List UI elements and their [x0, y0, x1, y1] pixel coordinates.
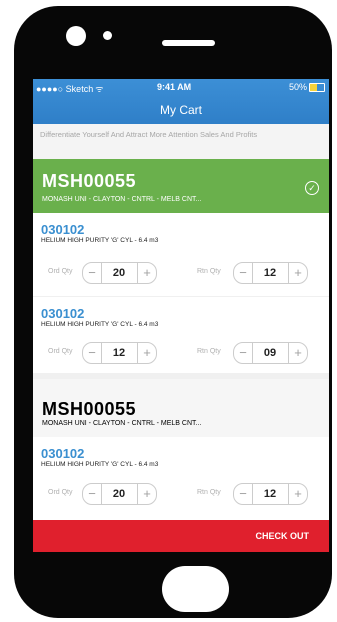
rtn-qty-stepper: − 12 + — [233, 483, 308, 505]
cart-item: 030102 HELIUM HIGH PURITY 'G' CYL - 6.4 … — [33, 213, 329, 296]
store-location: MONASH UNI - CLAYTON - CNTRL - MELB CNT.… — [42, 420, 202, 427]
front-camera — [66, 26, 86, 46]
wifi-icon: ᯤ — [95, 84, 104, 94]
ord-qty-stepper: − 20 + — [82, 483, 157, 505]
increment-button[interactable]: + — [137, 343, 156, 363]
rtn-qty-value[interactable]: 12 — [252, 484, 288, 504]
store-header-selected[interactable]: MSH00055 MONASH UNI - CLAYTON - CNTRL - … — [33, 159, 329, 213]
item-code: 030102 — [41, 222, 85, 237]
check-circle-icon: ✓ — [305, 181, 319, 195]
proximity-sensor — [103, 31, 112, 40]
status-time: 9:41 AM — [157, 82, 192, 92]
increment-button[interactable]: + — [137, 484, 156, 504]
increment-button[interactable]: + — [288, 484, 307, 504]
promo-banner: Differentiate Yourself And Attract More … — [33, 124, 329, 159]
store-code: MSH00055 — [42, 399, 137, 419]
decrement-button[interactable]: − — [234, 484, 253, 504]
ord-qty-label: Ord Qty — [48, 348, 73, 355]
rtn-qty-label: Rtn Qty — [197, 489, 221, 496]
ord-qty-label: Ord Qty — [48, 489, 73, 496]
ord-qty-value[interactable]: 20 — [101, 484, 137, 504]
earpiece-speaker — [162, 40, 215, 46]
decrement-button[interactable]: − — [83, 263, 102, 283]
cart-item: 030102 HELIUM HIGH PURITY 'G' CYL - 6.4 … — [33, 437, 329, 520]
battery-icon — [309, 82, 325, 92]
item-code: 030102 — [41, 446, 85, 461]
store-code: MSH00055 — [42, 171, 137, 191]
status-bar: ●●●●○ Sketch ᯤ 9:41 AM 50% — [33, 79, 329, 95]
rtn-qty-value[interactable]: 09 — [252, 343, 288, 363]
decrement-button[interactable]: − — [234, 263, 253, 283]
ord-qty-value[interactable]: 20 — [101, 263, 137, 283]
home-button[interactable] — [162, 566, 229, 612]
decrement-button[interactable]: − — [234, 343, 253, 363]
ord-qty-value[interactable]: 12 — [101, 343, 137, 363]
battery-percent: 50% — [288, 82, 307, 92]
increment-button[interactable]: + — [288, 343, 307, 363]
item-description: HELIUM HIGH PURITY 'G' CYL - 6.4 m3 — [41, 461, 159, 468]
rtn-qty-value[interactable]: 12 — [252, 263, 288, 283]
rtn-qty-stepper: − 09 + — [233, 342, 308, 364]
ord-qty-stepper: − 20 + — [82, 262, 157, 284]
checkout-bar[interactable]: CHECK OUT — [33, 520, 329, 552]
carrier: ●●●●○ Sketch ᯤ — [36, 82, 103, 95]
battery-fill — [310, 83, 317, 91]
app-screen: ●●●●○ Sketch ᯤ 9:41 AM 50% My Cart Differ… — [33, 79, 329, 552]
checkout-button[interactable]: CHECK OUT — [256, 531, 310, 541]
rtn-qty-label: Rtn Qty — [197, 268, 221, 275]
store-header[interactable]: MSH00055 MONASH UNI - CLAYTON - CNTRL - … — [33, 379, 329, 437]
increment-button[interactable]: + — [137, 263, 156, 283]
rtn-qty-stepper: − 12 + — [233, 262, 308, 284]
item-description: HELIUM HIGH PURITY 'G' CYL - 6.4 m3 — [41, 321, 159, 328]
battery: 50% — [289, 82, 325, 92]
nav-bar: ●●●●○ Sketch ᯤ 9:41 AM 50% My Cart — [33, 79, 329, 124]
store-location: MONASH UNI - CLAYTON - CNTRL - MELB CNT.… — [42, 196, 202, 203]
decrement-button[interactable]: − — [83, 343, 102, 363]
rtn-qty-label: Rtn Qty — [197, 348, 221, 355]
page-title: My Cart — [160, 103, 202, 117]
ord-qty-stepper: − 12 + — [82, 342, 157, 364]
item-description: HELIUM HIGH PURITY 'G' CYL - 6.4 m3 — [41, 237, 159, 244]
carrier-label: ●●●●○ Sketch — [36, 84, 94, 94]
ord-qty-label: Ord Qty — [48, 268, 73, 275]
cart-item: 030102 HELIUM HIGH PURITY 'G' CYL - 6.4 … — [33, 297, 329, 373]
decrement-button[interactable]: − — [83, 484, 102, 504]
increment-button[interactable]: + — [288, 263, 307, 283]
item-code: 030102 — [41, 306, 85, 321]
